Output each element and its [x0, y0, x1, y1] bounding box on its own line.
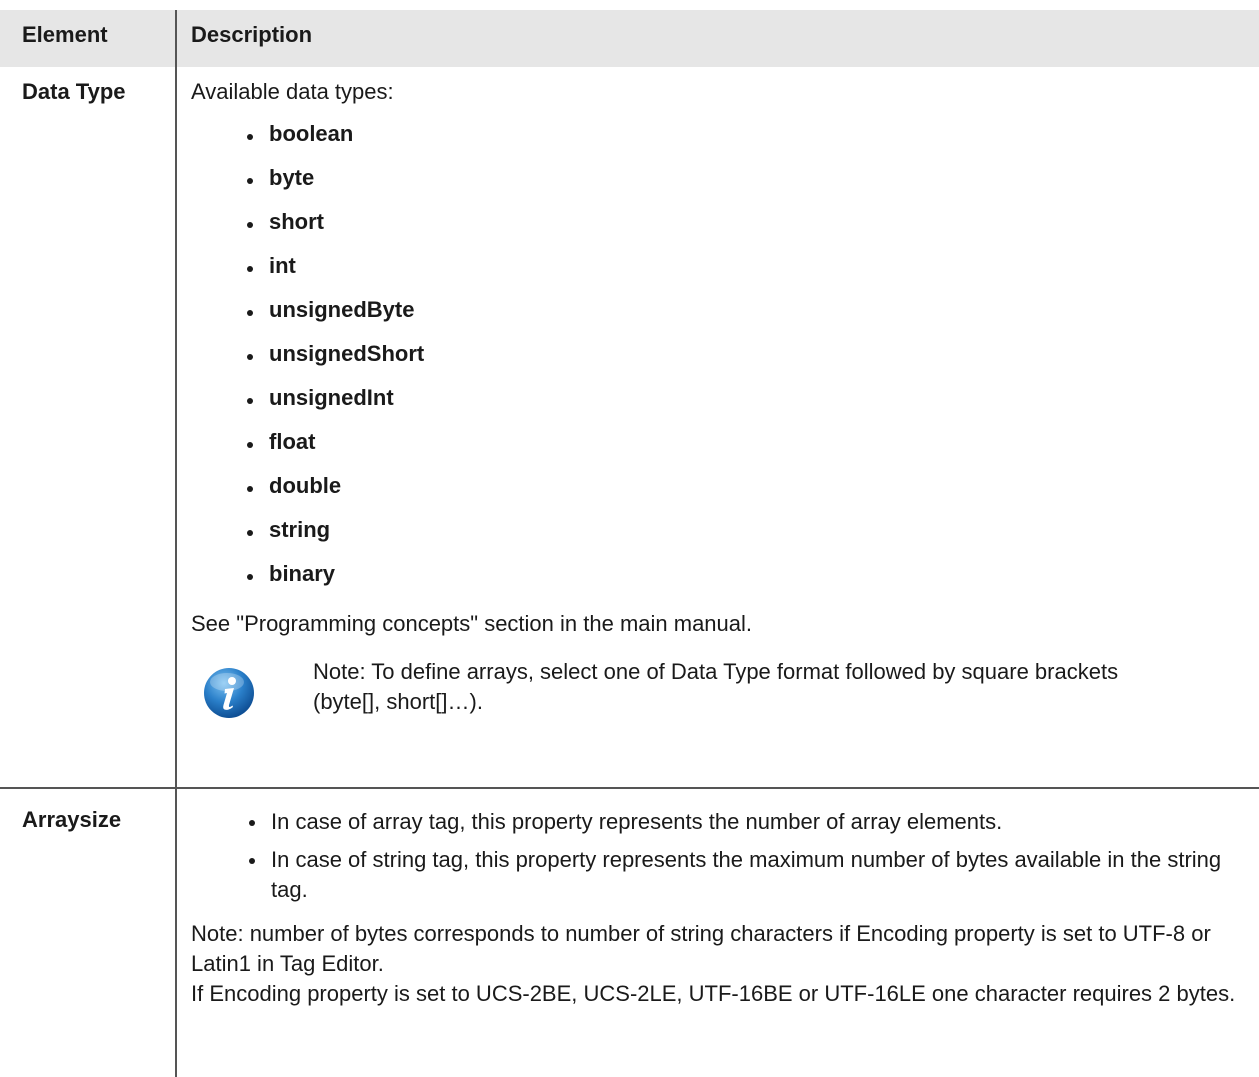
list-item: boolean	[241, 121, 1251, 165]
list-item: In case of string tag, this property rep…	[237, 845, 1251, 905]
encoding-note-line: If Encoding property is set to UCS-2BE, …	[191, 981, 1236, 1006]
list-item: unsignedShort	[241, 341, 1251, 385]
note-text: Note: To define arrays, select one of Da…	[313, 659, 1119, 714]
list-item: int	[241, 253, 1251, 297]
encoding-note: Note: number of bytes corresponds to num…	[191, 919, 1251, 1009]
arraysize-bullet-list: In case of array tag, this property repr…	[191, 807, 1251, 905]
table-row-arraysize: Arraysize In case of array tag, this pro…	[0, 789, 1259, 1077]
properties-table: Element Description Data Type Available …	[0, 0, 1259, 1077]
description-arraysize: In case of array tag, this property repr…	[177, 789, 1259, 1077]
list-item: double	[241, 473, 1251, 517]
info-icon	[204, 668, 254, 718]
table-row-data-type: Data Type Available data types: boolean …	[0, 67, 1259, 789]
list-item: string	[241, 517, 1251, 561]
list-item: unsignedInt	[241, 385, 1251, 429]
list-item: float	[241, 429, 1251, 473]
see-manual-text: See "Programming concepts" section in th…	[191, 611, 753, 636]
list-item: In case of array tag, this property repr…	[237, 807, 1251, 837]
table-header: Element Description	[0, 0, 1259, 67]
list-item: short	[241, 209, 1251, 253]
list-item: byte	[241, 165, 1251, 209]
list-item: unsignedByte	[241, 297, 1251, 341]
list-item: binary	[241, 561, 1251, 605]
header-description: Description	[191, 22, 313, 47]
element-label-arraysize: Arraysize	[0, 789, 177, 1077]
element-label-data-type: Data Type	[0, 67, 177, 787]
data-types-intro: Available data types:	[191, 79, 394, 104]
description-data-type: Available data types: boolean byte short…	[177, 67, 1259, 787]
data-type-list: boolean byte short int unsignedByte unsi…	[191, 121, 1251, 605]
info-note: Note: To define arrays, select one of Da…	[191, 657, 1251, 719]
encoding-note-line: Note: number of bytes corresponds to num…	[191, 921, 1211, 976]
header-element: Element	[0, 10, 177, 67]
